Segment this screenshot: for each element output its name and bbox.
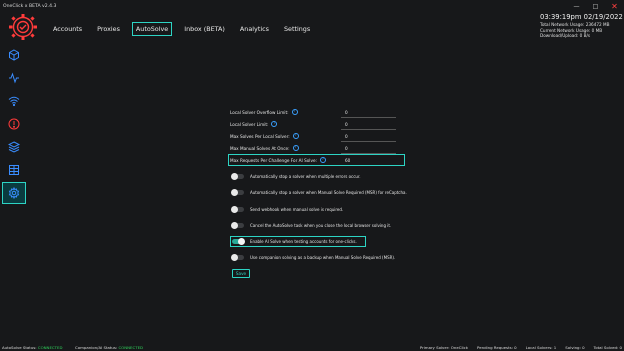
help-icon[interactable]: ? [271, 121, 278, 127]
companion-status-value: CONNECTED [118, 344, 144, 350]
toggle-label: Send webhook when manual solve is requir… [250, 207, 344, 212]
primary-solver: Primary Solver: OneClick [419, 344, 468, 350]
field-row: Local Solver Overflow Limit: ? [230, 107, 298, 117]
field-row: Max Solves Per Local Solver: ? [230, 131, 299, 141]
top-nav: Accounts Proxies AutoSolve Inbox (BETA) … [50, 22, 322, 36]
save-button[interactable]: Save [232, 269, 250, 278]
window-title: OneClick x BETA v2.4.3 [3, 3, 57, 9]
field-label: Max Solves Per Local Solver: [230, 133, 290, 139]
field-row: Max Requests Per Challenge For AI Solve:… [230, 155, 326, 165]
sidebar-item-table[interactable] [2, 159, 26, 181]
tab-autosolve[interactable]: AutoSolve [131, 22, 173, 36]
toggle-row[interactable]: Enable AI Solve when testing accounts fo… [232, 237, 357, 246]
autosolve-status: AutoSolve Status: CONNECTED [2, 345, 62, 350]
toggle-switch[interactable] [231, 173, 244, 180]
field-label: Local Solver Overflow Limit: [230, 109, 289, 115]
pending-requests: Pending Requests: 0 [477, 344, 517, 350]
tab-accounts[interactable]: Accounts [50, 22, 85, 36]
solving-count: Solving: 0 [565, 344, 585, 350]
toggle-switch[interactable] [231, 206, 244, 213]
sidebar [2, 44, 26, 205]
sidebar-item-network[interactable] [2, 90, 26, 112]
max-manual-solves-input[interactable]: 0 [345, 146, 348, 151]
solver-summary: Primary Solver: OneClick Pending Request… [420, 345, 622, 350]
sidebar-item-dashboard[interactable] [2, 44, 26, 66]
toggle-row[interactable]: Send webhook when manual solve is requir… [231, 205, 344, 214]
sidebar-item-activity[interactable] [2, 67, 26, 89]
total-network-usage: Total Network Usage: 236472 MB [540, 22, 610, 27]
toggle-row[interactable]: Use companion solving as a backup when M… [231, 253, 396, 262]
companion-status: Companion/AI Status: CONNECTED [75, 345, 143, 350]
total-solved: Total Solved: 0 [593, 344, 622, 350]
alert-icon [8, 118, 20, 130]
input-underline [341, 129, 396, 130]
toggle-label: Cancel the AutoSolve task when you close… [250, 223, 392, 228]
input-underline [341, 141, 396, 142]
table-icon [9, 165, 19, 175]
field-label: Max Manual Solves At Once: [230, 145, 290, 151]
tab-proxies[interactable]: Proxies [94, 22, 123, 36]
toggle-label: Use companion solving as a backup when M… [250, 255, 396, 260]
help-icon[interactable]: ? [292, 145, 299, 151]
close-button[interactable]: ✕ [605, 0, 624, 12]
field-label: Local Solver Limit: [230, 121, 269, 127]
toggle-label: Automatically stop a solver when multipl… [250, 174, 361, 179]
toggle-switch[interactable] [232, 238, 245, 245]
clock: 03:39:19pm 02/19/2022 [540, 13, 623, 21]
toggle-switch[interactable] [231, 254, 244, 261]
sidebar-item-alerts[interactable] [2, 113, 26, 135]
tab-inbox[interactable]: Inbox (BETA) [181, 22, 228, 36]
toggle-label: Automatically stop a solver when Manual … [250, 190, 407, 195]
max-requests-ai-solve-input[interactable]: 60 [345, 158, 350, 163]
toggle-row[interactable]: Cancel the AutoSolve task when you close… [231, 221, 392, 230]
autosolve-status-value: CONNECTED [37, 344, 63, 350]
cube-icon [9, 49, 19, 61]
help-icon[interactable]: ? [292, 133, 299, 139]
download-upload: Download/Upload: 0 B/s [540, 33, 591, 39]
toggle-row[interactable]: Automatically stop a solver when Manual … [231, 188, 407, 197]
sidebar-item-layers[interactable] [2, 136, 26, 158]
help-icon[interactable]: ? [319, 157, 326, 163]
field-row: Max Manual Solves At Once: ? [230, 143, 299, 153]
minimize-button[interactable]: — [567, 0, 586, 12]
max-solves-per-local-solver-input[interactable]: 0 [345, 134, 348, 139]
window-controls: — □ ✕ [567, 0, 624, 12]
toggle-switch[interactable] [231, 189, 244, 196]
companion-status-label: Companion/AI Status: [75, 344, 118, 350]
local-solvers: Local Solvers: 1 [525, 344, 557, 350]
help-icon[interactable]: ? [291, 109, 298, 115]
maximize-button[interactable]: □ [586, 0, 605, 12]
toggle-row[interactable]: Automatically stop a solver when multipl… [231, 172, 361, 181]
local-solver-overflow-limit-input[interactable]: 0 [345, 110, 348, 115]
layers-icon [8, 141, 20, 153]
tab-analytics[interactable]: Analytics [237, 22, 272, 36]
local-solver-limit-input[interactable]: 0 [345, 122, 348, 127]
wifi-icon [8, 96, 20, 107]
toggle-label: Enable AI Solve when testing accounts fo… [250, 239, 357, 244]
field-label: Max Requests Per Challenge For AI Solve: [230, 157, 317, 163]
activity-icon [9, 72, 19, 84]
gear-icon [8, 187, 20, 199]
tab-settings[interactable]: Settings [281, 22, 313, 36]
input-underline [341, 117, 396, 118]
toggle-switch[interactable] [231, 222, 244, 229]
app-logo [9, 14, 37, 40]
autosolve-status-label: AutoSolve Status: [2, 344, 37, 350]
sidebar-item-settings[interactable] [2, 182, 26, 204]
field-row: Local Solver Limit: ? [230, 119, 278, 129]
network-stats: 03:39:19pm 02/19/2022 Total Network Usag… [540, 13, 623, 39]
title-bar: OneClick x BETA v2.4.3 — □ ✕ [0, 0, 624, 12]
status-bar: AutoSolve Status: CONNECTED Companion/AI… [0, 343, 624, 351]
